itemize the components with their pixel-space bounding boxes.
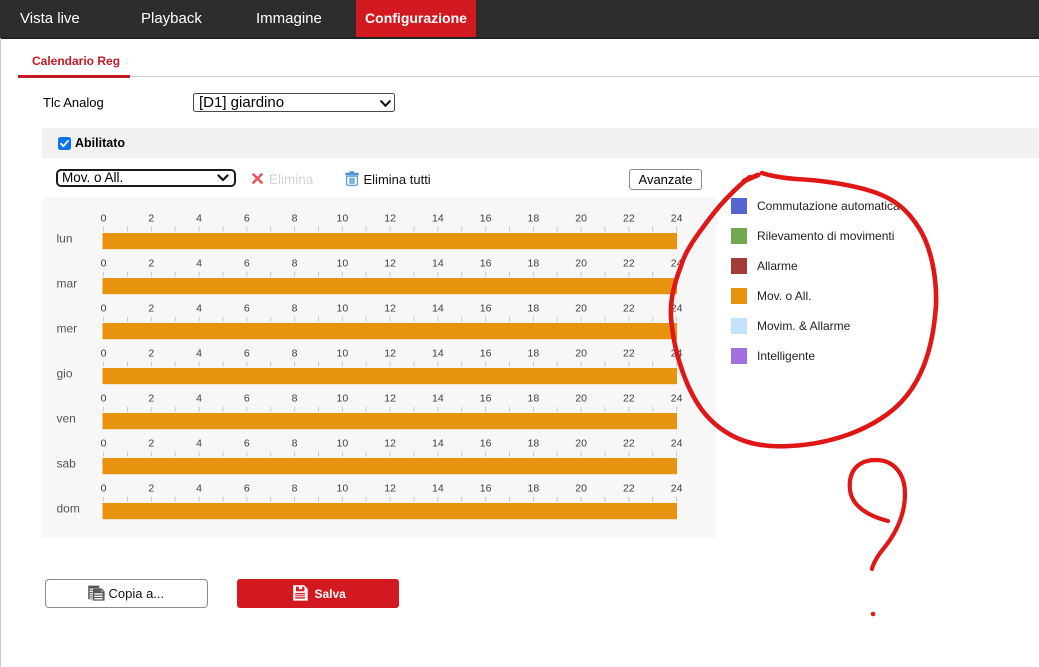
svg-text:16: 16 [480, 348, 492, 360]
svg-text:8: 8 [292, 438, 298, 450]
svg-text:14: 14 [432, 213, 444, 225]
svg-text:ven: ven [57, 412, 76, 426]
svg-text:0: 0 [101, 483, 107, 495]
svg-text:10: 10 [337, 258, 349, 270]
svg-text:22: 22 [623, 483, 635, 495]
svg-text:0: 0 [101, 393, 107, 405]
svg-text:14: 14 [432, 483, 444, 495]
svg-text:lun: lun [57, 232, 73, 246]
svg-text:12: 12 [384, 483, 396, 495]
svg-text:16: 16 [480, 393, 492, 405]
svg-text:16: 16 [480, 258, 492, 270]
svg-text:4: 4 [196, 438, 202, 450]
svg-text:mer: mer [57, 322, 78, 336]
svg-text:10: 10 [337, 213, 349, 225]
svg-text:20: 20 [575, 483, 587, 495]
svg-text:2: 2 [148, 483, 154, 495]
svg-text:20: 20 [575, 303, 587, 315]
svg-text:6: 6 [244, 213, 250, 225]
svg-text:4: 4 [196, 258, 202, 270]
svg-text:22: 22 [623, 438, 635, 450]
svg-text:0: 0 [101, 213, 107, 225]
svg-text:2: 2 [148, 438, 154, 450]
svg-text:14: 14 [432, 393, 444, 405]
svg-text:16: 16 [480, 483, 492, 495]
svg-text:18: 18 [528, 483, 540, 495]
svg-text:2: 2 [148, 348, 154, 360]
svg-text:2: 2 [148, 258, 154, 270]
svg-text:24: 24 [671, 213, 683, 225]
svg-text:10: 10 [337, 483, 349, 495]
svg-text:gio: gio [57, 367, 73, 381]
svg-text:14: 14 [432, 258, 444, 270]
svg-text:6: 6 [244, 483, 250, 495]
svg-text:14: 14 [432, 303, 444, 315]
svg-text:20: 20 [575, 348, 587, 360]
svg-text:6: 6 [244, 438, 250, 450]
svg-text:0: 0 [101, 258, 107, 270]
svg-text:24: 24 [671, 393, 683, 405]
svg-text:10: 10 [337, 303, 349, 315]
svg-text:4: 4 [196, 348, 202, 360]
svg-text:12: 12 [384, 258, 396, 270]
svg-text:24: 24 [671, 348, 683, 360]
svg-text:4: 4 [196, 393, 202, 405]
svg-text:2: 2 [148, 213, 154, 225]
svg-text:16: 16 [480, 213, 492, 225]
svg-text:14: 14 [432, 348, 444, 360]
svg-text:20: 20 [575, 393, 587, 405]
svg-text:22: 22 [623, 258, 635, 270]
svg-text:0: 0 [101, 303, 107, 315]
svg-text:12: 12 [384, 213, 396, 225]
svg-text:18: 18 [528, 393, 540, 405]
svg-text:10: 10 [337, 438, 349, 450]
svg-text:8: 8 [292, 393, 298, 405]
svg-text:12: 12 [384, 393, 396, 405]
svg-text:8: 8 [292, 303, 298, 315]
svg-text:6: 6 [244, 258, 250, 270]
svg-text:16: 16 [480, 303, 492, 315]
svg-text:2: 2 [148, 303, 154, 315]
svg-text:dom: dom [57, 502, 80, 516]
svg-text:6: 6 [244, 348, 250, 360]
svg-text:24: 24 [671, 438, 683, 450]
svg-text:8: 8 [292, 258, 298, 270]
svg-text:10: 10 [337, 393, 349, 405]
svg-text:18: 18 [528, 438, 540, 450]
svg-text:0: 0 [101, 438, 107, 450]
svg-text:4: 4 [196, 213, 202, 225]
svg-text:20: 20 [575, 258, 587, 270]
svg-text:24: 24 [671, 483, 683, 495]
svg-text:18: 18 [528, 213, 540, 225]
svg-text:8: 8 [292, 483, 298, 495]
svg-text:18: 18 [528, 348, 540, 360]
svg-text:12: 12 [384, 348, 396, 360]
svg-text:12: 12 [384, 438, 396, 450]
svg-text:22: 22 [623, 393, 635, 405]
svg-text:6: 6 [244, 303, 250, 315]
svg-text:22: 22 [623, 213, 635, 225]
svg-text:sab: sab [57, 457, 77, 471]
svg-text:8: 8 [292, 348, 298, 360]
svg-text:18: 18 [528, 303, 540, 315]
svg-text:6: 6 [244, 393, 250, 405]
svg-text:22: 22 [623, 303, 635, 315]
svg-text:14: 14 [432, 438, 444, 450]
svg-text:24: 24 [671, 303, 683, 315]
svg-text:20: 20 [575, 213, 587, 225]
svg-text:2: 2 [148, 393, 154, 405]
svg-text:0: 0 [101, 348, 107, 360]
svg-text:22: 22 [623, 348, 635, 360]
svg-text:mar: mar [57, 277, 78, 291]
svg-text:16: 16 [480, 438, 492, 450]
svg-text:4: 4 [196, 303, 202, 315]
svg-text:8: 8 [292, 213, 298, 225]
svg-text:20: 20 [575, 438, 587, 450]
svg-text:24: 24 [671, 258, 683, 270]
svg-text:12: 12 [384, 303, 396, 315]
svg-text:18: 18 [528, 258, 540, 270]
svg-text:10: 10 [337, 348, 349, 360]
svg-text:4: 4 [196, 483, 202, 495]
